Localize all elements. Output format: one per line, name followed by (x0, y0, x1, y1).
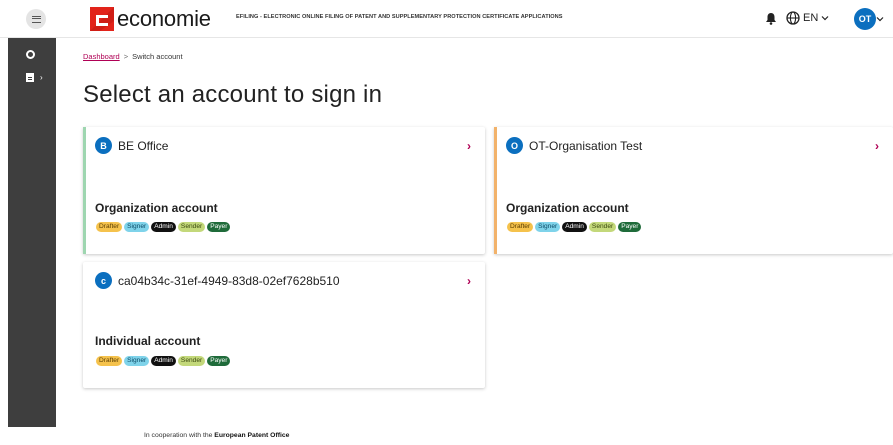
role-badge: Signer (124, 356, 150, 366)
circle-icon (26, 49, 35, 59)
chevron-down-icon (821, 16, 829, 21)
role-badge: Payer (207, 356, 231, 366)
logo-mark-icon (90, 7, 114, 31)
account-type: Organization account (95, 201, 218, 215)
role-badge: Sender (177, 222, 206, 232)
card-accent (494, 127, 497, 254)
role-badges: Drafter Signer Admin Sender Payer (96, 356, 231, 366)
chevron-right-icon[interactable]: › (467, 274, 471, 288)
role-badge: Payer (618, 222, 642, 232)
account-name: OT-Organisation Test (529, 138, 643, 153)
role-badges: Drafter Signer Admin Sender Payer (96, 222, 231, 232)
footer-cooperation: In cooperation with the European Patent … (144, 432, 289, 439)
role-badge: Payer (207, 222, 231, 232)
account-type: Organization account (506, 201, 629, 215)
account-name: BE Office (118, 138, 169, 153)
sidebar-item-home[interactable] (8, 44, 56, 64)
role-badge: Sender (177, 356, 206, 366)
role-badge: Admin (562, 222, 587, 232)
globe-icon (786, 11, 800, 25)
economie-logo[interactable]: economie (90, 6, 211, 32)
role-badge: Admin (151, 222, 176, 232)
bell-icon[interactable] (765, 12, 777, 25)
breadcrumb: Dashboard > Switch account (83, 52, 183, 61)
chevron-down-icon[interactable] (876, 16, 884, 22)
account-name: ca04b34c-31ef-4949-83d8-02ef7628b510 (118, 273, 340, 288)
role-badge: Drafter (96, 356, 123, 366)
account-card[interactable]: O OT-Organisation Test › Organization ac… (494, 127, 893, 254)
top-header: economie EFILING - ELECTRONIC ONLINE FIL… (0, 0, 893, 38)
page-title: Select an account to sign in (83, 81, 383, 108)
logo-text: economie (117, 6, 211, 31)
card-accent (83, 127, 86, 254)
menu-icon (31, 15, 41, 23)
role-badge: Signer (124, 222, 150, 232)
role-badge: Admin (151, 356, 176, 366)
role-badge: Drafter (96, 222, 123, 232)
role-badge: Drafter (507, 222, 534, 232)
breadcrumb-dashboard-link[interactable]: Dashboard (83, 52, 120, 61)
account-type: Individual account (95, 334, 201, 348)
chevron-right-icon[interactable]: › (875, 139, 879, 153)
account-card[interactable]: B BE Office › Organization account Draft… (83, 127, 485, 254)
language-selector[interactable]: EN (786, 11, 829, 25)
account-initial: B (95, 137, 112, 154)
user-avatar[interactable]: OT (854, 8, 876, 30)
account-initial: c (95, 272, 112, 289)
breadcrumb-separator: > (123, 52, 129, 61)
footer-org: European Patent Office (214, 432, 290, 439)
account-card[interactable]: c ca04b34c-31ef-4949-83d8-02ef7628b510 ›… (83, 262, 485, 388)
role-badge: Signer (535, 222, 561, 232)
app-subtitle: EFILING - ELECTRONIC ONLINE FILING OF PA… (236, 14, 563, 20)
language-code: EN (803, 12, 819, 24)
account-initial: O (506, 137, 523, 154)
breadcrumb-current: Switch account (132, 52, 183, 61)
chevron-right-icon: › (40, 72, 43, 82)
role-badge: Sender (588, 222, 617, 232)
role-badges: Drafter Signer Admin Sender Payer (507, 222, 642, 232)
chevron-right-icon[interactable]: › (467, 139, 471, 153)
footer-prefix: In cooperation with the (144, 432, 213, 439)
document-icon (26, 72, 34, 82)
sidebar-item-documents[interactable]: › (8, 67, 56, 87)
sidebar: › (8, 38, 56, 427)
menu-button[interactable] (26, 9, 46, 29)
